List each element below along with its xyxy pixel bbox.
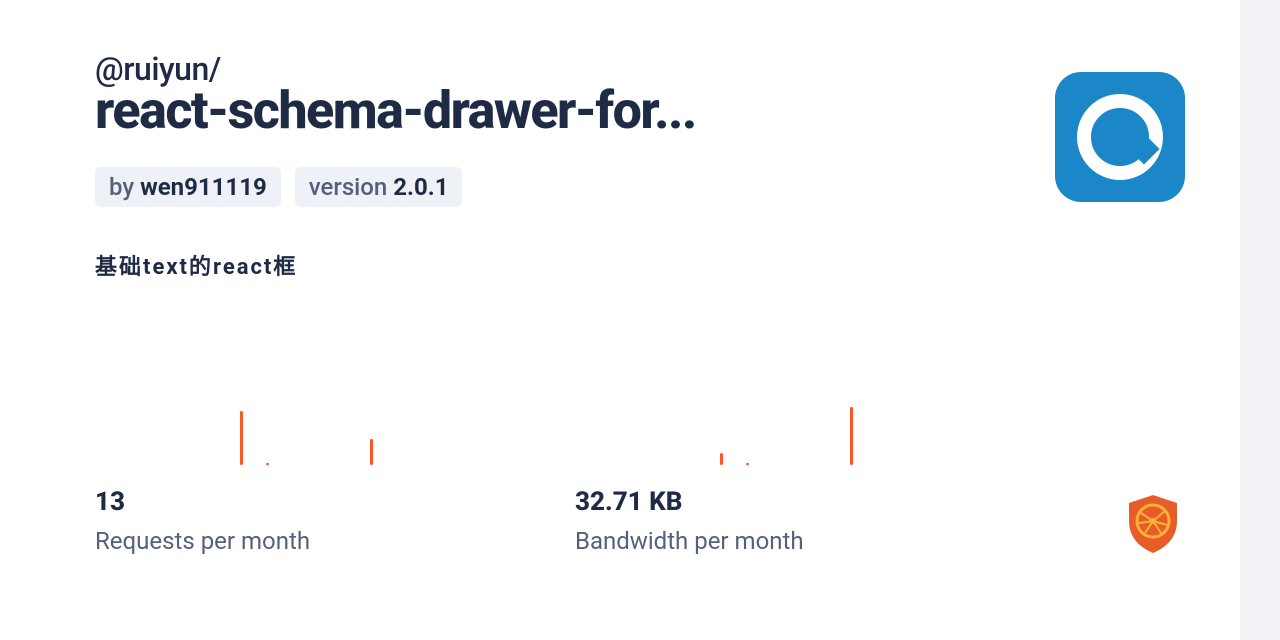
- stats-row: 13 Requests per month 32.71 KB Bandwidth…: [95, 400, 1075, 555]
- requests-value: 13: [95, 487, 575, 517]
- bandwidth-value: 32.71 KB: [575, 487, 1055, 517]
- requests-stat: 13 Requests per month: [95, 400, 575, 555]
- bandwidth-stat: 32.71 KB Bandwidth per month: [575, 400, 1055, 555]
- avatar-icon: [1077, 94, 1163, 180]
- requests-label: Requests per month: [95, 527, 575, 555]
- bandwidth-label: Bandwidth per month: [575, 527, 1055, 555]
- sparkline-bar: [370, 439, 373, 465]
- package-header: @ruiyun/ react-schema-drawer-for... by w…: [95, 50, 1180, 281]
- sparkline-bar: [720, 453, 723, 465]
- author-name: wen911119: [140, 173, 267, 201]
- sparkline-bar: [850, 407, 853, 465]
- requests-sparkline: [95, 400, 575, 465]
- jsdelivr-shield-icon: [1121, 491, 1185, 555]
- package-description: 基础text的react框: [95, 249, 1180, 281]
- sparkline-bar: [266, 463, 269, 465]
- author-prefix: by: [109, 173, 140, 201]
- decorative-right-band: [1240, 0, 1280, 640]
- author-badge[interactable]: by wen911119: [95, 167, 281, 207]
- sparkline-bar: [240, 411, 243, 465]
- package-name: react-schema-drawer-for...: [95, 84, 1180, 139]
- avatar[interactable]: [1055, 72, 1185, 202]
- version-number: 2.0.1: [393, 173, 448, 201]
- meta-badges: by wen911119 version 2.0.1: [95, 167, 1180, 207]
- sparkline-bar: [746, 463, 749, 465]
- version-prefix: version: [309, 173, 394, 201]
- version-badge[interactable]: version 2.0.1: [295, 167, 463, 207]
- bandwidth-sparkline: [575, 400, 1055, 465]
